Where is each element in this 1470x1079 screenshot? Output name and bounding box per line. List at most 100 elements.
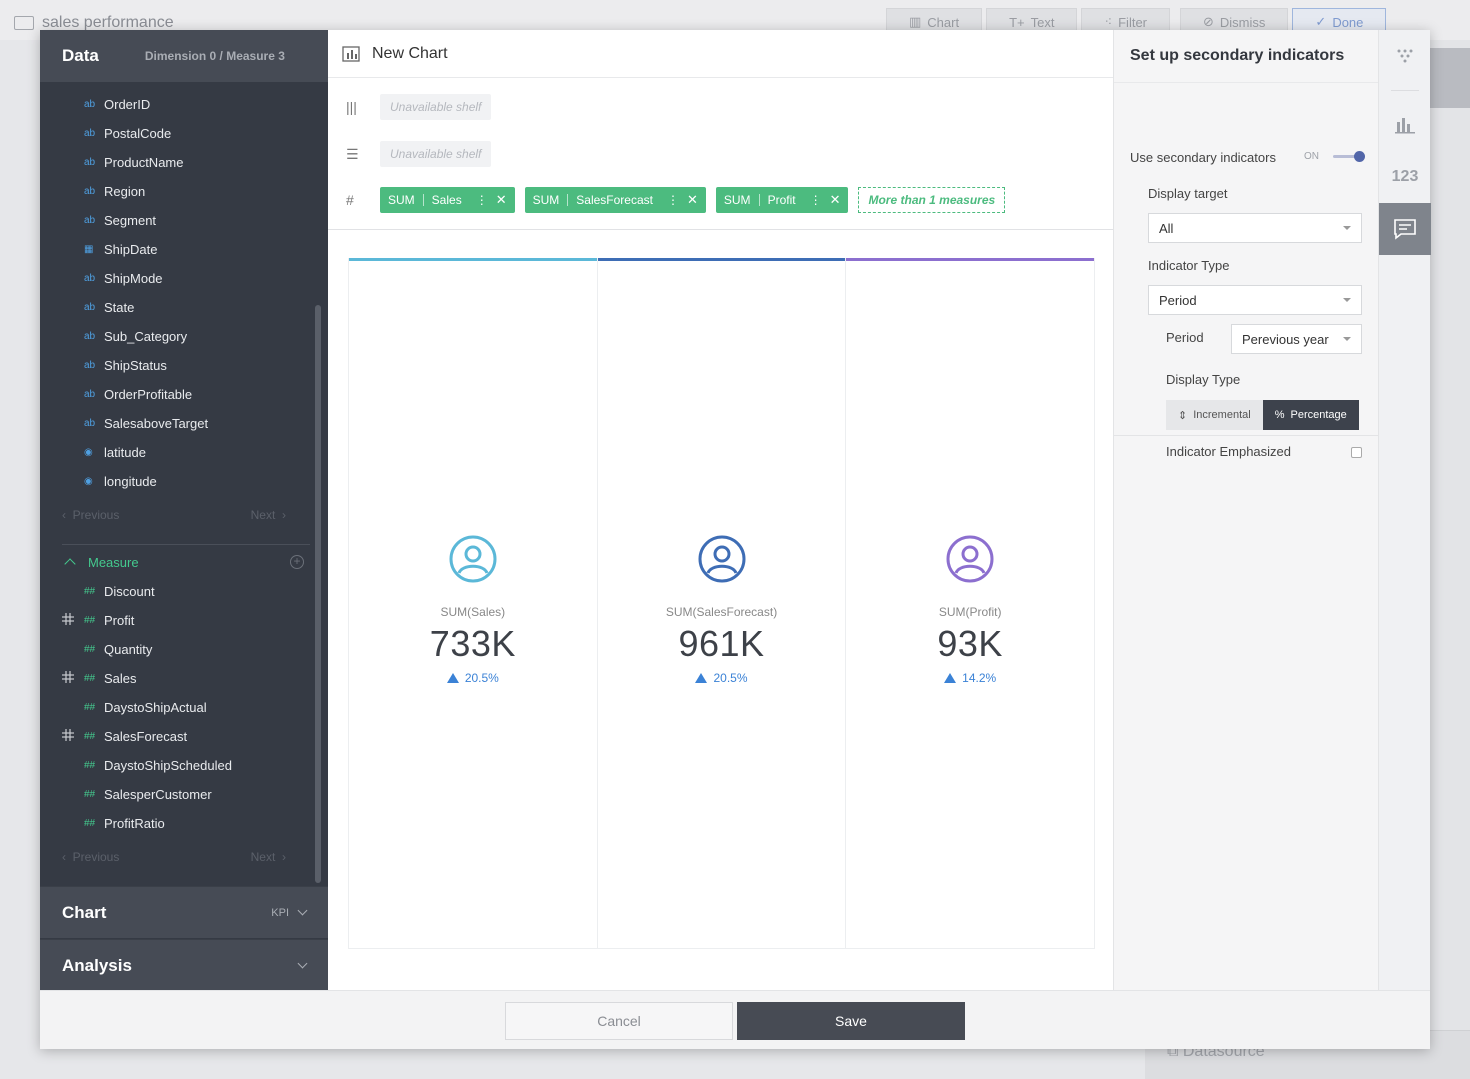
chart-editor: New Chart ||| Unavailable shelf ☰ Unavai… (328, 30, 1113, 990)
measure-type-icon: ## (84, 702, 96, 713)
measure-item[interactable]: ## ProfitRatio (40, 809, 320, 838)
more-options-icon[interactable]: ⋮ (667, 193, 679, 207)
dimension-item[interactable]: ▦ ShipDate (40, 235, 320, 264)
chart-section-title: Chart (62, 902, 107, 922)
measure-section-header[interactable]: Measure + (40, 550, 320, 574)
pill-aggregation: SUM (532, 193, 560, 207)
kpi-delta-value: 20.5% (713, 671, 748, 685)
add-text-icon: T+ (1009, 14, 1025, 30)
row-shelf-icon: ☰ (346, 145, 359, 162)
data-panel-summary: Dimension 0 / Measure 3 (144, 49, 285, 63)
dimension-label: Segment (104, 213, 157, 228)
measure-pill[interactable]: SUM Profit ⋮ ✕ (715, 187, 849, 213)
dashboard-icon (14, 16, 34, 30)
remove-icon[interactable]: ✕ (687, 192, 698, 208)
pill-aggregation: SUM (723, 193, 751, 207)
more-options-icon[interactable]: ⋮ (476, 193, 488, 207)
dimension-item[interactable]: ab State (40, 293, 320, 322)
location-icon: ◉ (84, 447, 93, 458)
kpi-delta-value: 20.5% (464, 671, 499, 685)
data-panel-title: Data (62, 46, 99, 65)
remove-icon[interactable]: ✕ (496, 192, 507, 208)
indicator-type-label: Indicator Type (1148, 258, 1230, 273)
measure-item[interactable]: ## SalesperCustomer (40, 780, 320, 809)
number-format-icon[interactable]: 123 (1379, 151, 1431, 203)
dimension-item[interactable]: ab ProductName (40, 148, 320, 177)
measure-item[interactable]: ## Quantity (40, 635, 320, 664)
panel-title: Set up secondary indicators (1130, 47, 1345, 64)
up-arrow-icon (695, 673, 708, 683)
use-secondary-label: Use secondary indicators (1130, 150, 1276, 165)
cancel-button[interactable]: Cancel (505, 1002, 733, 1040)
measure-previous-link[interactable]: ‹ Previous (62, 850, 119, 864)
location-icon: ◉ (84, 476, 93, 487)
secondary-indicator-panel: Set up secondary indicators Use secondar… (1113, 30, 1378, 990)
incremental-option[interactable]: ⇕ Incremental (1166, 400, 1263, 430)
indicator-type-select[interactable]: Period (1148, 285, 1362, 315)
period-select[interactable]: Perevious year (1231, 324, 1362, 354)
kpi-chart: SUM(Sales) 733K 20.5% SUM(SalesForecast) 961… (348, 258, 1095, 949)
indicator-emphasized-checkbox[interactable] (1351, 447, 1362, 458)
background-rail-active (1430, 48, 1470, 108)
settings-body: Use secondary indicators ON Display targ… (1114, 82, 1378, 459)
data-settings-icon[interactable] (1379, 30, 1431, 82)
dimension-item[interactable]: ab PostalCode (40, 119, 320, 148)
measure-item[interactable]: ## SalesForecast (40, 722, 320, 751)
percentage-option[interactable]: % Percentage (1262, 400, 1359, 430)
dimension-item[interactable]: ab Sub_Category (40, 322, 320, 351)
data-panel-scrollbar[interactable] (315, 305, 321, 883)
period-value: Perevious year (1242, 331, 1329, 347)
analysis-section-header[interactable]: Analysis (40, 939, 328, 991)
measure-header-label: Measure (88, 554, 139, 570)
measure-item[interactable]: ## DaystoShipScheduled (40, 751, 320, 780)
measure-item[interactable]: ## Sales (40, 664, 320, 693)
dimension-item[interactable]: ab ShipMode (40, 264, 320, 293)
dimension-item[interactable]: ab OrderProfitable (40, 380, 320, 409)
measure-pill[interactable]: SUM Sales ⋮ ✕ (380, 187, 515, 213)
dimension-item[interactable]: ◉ latitude (40, 438, 320, 467)
kpi-content: SUM(Sales) 733K 20.5% (349, 534, 597, 685)
use-secondary-toggle[interactable]: ON (1304, 151, 1365, 162)
kpi-delta: 20.5% (598, 671, 846, 685)
divider (1390, 90, 1419, 91)
measure-type-icon: ## (84, 818, 96, 829)
secondary-indicator-icon[interactable] (1379, 203, 1431, 255)
chart-title[interactable]: New Chart (372, 45, 448, 63)
dimension-item[interactable]: ab Region (40, 177, 320, 206)
more-options-icon[interactable]: ⋮ (810, 193, 822, 207)
text-type-icon: ab (84, 99, 96, 110)
display-target-select[interactable]: All (1148, 213, 1362, 243)
dimension-label: PostalCode (104, 126, 172, 141)
user-icon (946, 535, 994, 583)
dimension-previous-link[interactable]: ‹ Previous (62, 508, 119, 522)
dimension-item[interactable]: ab SalesaboveTarget (40, 409, 320, 438)
in-use-shelf-icon (62, 613, 74, 625)
chevron-up-icon (64, 558, 76, 570)
measure-next-link[interactable]: Next › (251, 850, 286, 864)
measure-item[interactable]: ## Profit (40, 606, 320, 635)
save-button[interactable]: Save (737, 1002, 965, 1040)
dimension-item[interactable]: ab ShipStatus (40, 351, 320, 380)
add-filter-icon: ⁖ (1104, 14, 1113, 29)
divider (328, 229, 1113, 230)
chart-section-header[interactable]: Chart KPI (40, 886, 328, 938)
measure-type-icon: ## (84, 673, 96, 684)
dimension-item[interactable]: ab Segment (40, 206, 320, 235)
up-down-icon: ⇕ (1178, 409, 1188, 422)
column-shelf: ||| Unavailable shelf (328, 89, 1113, 125)
measure-pill[interactable]: SUM SalesForecast ⋮ ✕ (524, 187, 706, 213)
add-measure-icon[interactable]: + (290, 555, 304, 569)
display-target-label: Display target (1148, 186, 1228, 201)
dimension-item[interactable]: ab OrderID (40, 90, 320, 119)
chart-type-value: KPI (271, 906, 289, 919)
remove-icon[interactable]: ✕ (830, 192, 841, 208)
dimension-item[interactable]: ◉ longitude (40, 467, 320, 496)
data-panel-header[interactable]: Data Dimension 0 / Measure 3 (40, 30, 328, 82)
chart-style-icon[interactable] (1379, 99, 1431, 151)
kpi-content: SUM(SalesForecast) 961K 20.5% (598, 534, 846, 685)
kpi-content: SUM(Profit) 93K 14.2% (846, 534, 1094, 685)
dimension-next-link[interactable]: Next › (251, 508, 286, 522)
measure-item[interactable]: ## DaystoShipActual (40, 693, 320, 722)
text-type-icon: ab (84, 186, 96, 197)
measure-item[interactable]: ## Discount (40, 577, 320, 606)
